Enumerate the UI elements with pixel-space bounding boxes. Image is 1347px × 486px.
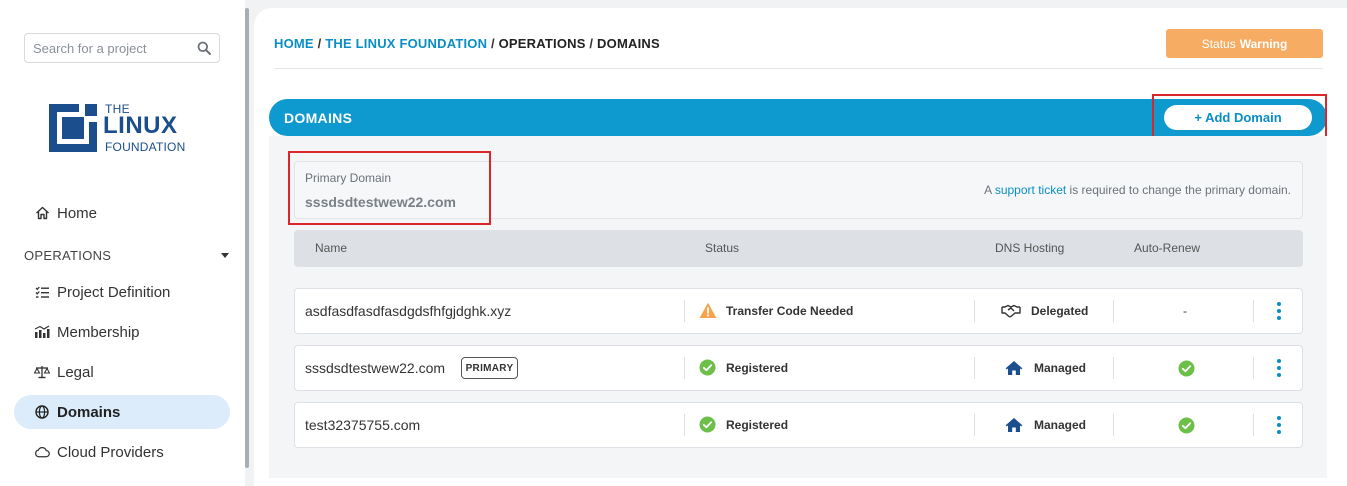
support-note-post: is required to change the primary domain…	[1066, 183, 1291, 197]
home-icon	[34, 205, 50, 221]
sidebar-item-label: Project Definition	[57, 283, 171, 301]
primary-badge: PRIMARY	[461, 357, 518, 379]
row-menu-icon[interactable]	[1272, 359, 1286, 377]
breadcrumb-home[interactable]: HOME	[274, 36, 314, 51]
globe-icon	[34, 404, 50, 420]
auto-renew-empty: -	[1183, 304, 1187, 318]
warning-icon	[699, 302, 717, 320]
cell-divider	[974, 414, 975, 436]
search-icon[interactable]	[197, 41, 211, 55]
dns-text: Delegated	[1031, 304, 1089, 318]
cell-divider	[974, 357, 975, 379]
cell-divider	[1113, 300, 1114, 322]
sidebar-item-legal[interactable]: Legal	[14, 355, 230, 389]
breadcrumb-separator: /	[317, 36, 322, 51]
status-label: Status	[1201, 36, 1236, 51]
chart-icon	[34, 324, 50, 340]
logo-text-foundation: FOUNDATION	[105, 140, 186, 154]
status-text: Transfer Code Needed	[726, 304, 854, 318]
row-menu-icon[interactable]	[1272, 302, 1286, 320]
project-search[interactable]	[24, 33, 220, 63]
sidebar-item-label: Home	[57, 204, 98, 222]
table-row[interactable]	[294, 402, 1303, 448]
domains-title: DOMAINS	[284, 110, 353, 126]
row-menu-icon[interactable]	[1272, 416, 1286, 434]
dns-hosting: Managed	[1004, 416, 1086, 434]
support-ticket-link[interactable]: support ticket	[995, 183, 1066, 197]
breadcrumb-separator: /	[589, 36, 594, 51]
section-operations[interactable]: OPERATIONS	[24, 248, 111, 263]
dns-hosting: Managed	[1004, 359, 1086, 377]
cell-divider	[1253, 357, 1254, 379]
sidebar-item-label: Cloud Providers	[57, 443, 164, 461]
breadcrumb: HOME / THE LINUX FOUNDATION / OPERATIONS…	[274, 36, 660, 51]
domain-status: Registered	[699, 416, 788, 434]
check-circle-icon	[699, 416, 717, 434]
status-text: Registered	[726, 418, 789, 432]
sidebar-item-label: Domains	[57, 403, 121, 421]
column-header-dns-hosting[interactable]: DNS Hosting	[995, 241, 1064, 255]
search-input[interactable]	[25, 34, 185, 62]
column-header-name[interactable]: Name	[315, 241, 347, 255]
house-icon	[1004, 416, 1024, 434]
status-text: Registered	[726, 361, 789, 375]
support-note-pre: A	[984, 183, 995, 197]
sidebar-item-label: Legal	[57, 363, 94, 381]
cloud-icon	[34, 444, 50, 460]
column-header-status[interactable]: Status	[705, 241, 739, 255]
breadcrumb-current: DOMAINS	[597, 36, 660, 51]
cell-divider	[1253, 414, 1254, 436]
sidebar-item-membership[interactable]: Membership	[14, 315, 230, 349]
sidebar-item-project-definition[interactable]: Project Definition	[14, 275, 230, 309]
auto-renew-check-icon	[1178, 417, 1195, 434]
sidebar-item-domains[interactable]: Domains	[14, 395, 230, 429]
breadcrumb-org[interactable]: THE LINUX FOUNDATION	[325, 36, 487, 51]
breadcrumb-section: OPERATIONS	[498, 36, 586, 51]
header-divider	[274, 68, 1323, 69]
check-circle-icon	[699, 359, 717, 377]
domain-name: asdfasdfasdfasdgdsfhfgjdghk.xyz	[305, 303, 512, 319]
cell-divider	[1113, 357, 1114, 379]
support-note: A support ticket is required to change t…	[984, 183, 1291, 197]
highlight-box-primary-domain	[288, 151, 491, 225]
cell-divider	[1253, 300, 1254, 322]
highlight-box-add-domain	[1152, 94, 1327, 139]
dns-text: Managed	[1034, 361, 1087, 375]
sidebar-item-cloud-providers[interactable]: Cloud Providers	[14, 435, 230, 469]
domain-name: sssdsdtestwew22.com	[305, 360, 446, 376]
dns-text: Managed	[1034, 418, 1087, 432]
chevron-down-icon[interactable]	[221, 253, 229, 258]
linux-foundation-logo[interactable]: THE LINUX FOUNDATION	[49, 102, 199, 154]
status-value: Warning	[1239, 36, 1288, 51]
sidebar-scrollbar[interactable]	[245, 8, 249, 468]
list-check-icon	[34, 284, 50, 300]
cell-divider	[684, 414, 685, 436]
domain-name: test32375755.com	[305, 417, 421, 433]
logo-mark	[49, 104, 97, 152]
status-warning-button[interactable]: Status Warning	[1166, 29, 1323, 58]
logo-text-linux: LINUX	[103, 112, 178, 139]
auto-renew-check-icon	[1178, 360, 1195, 377]
cell-divider	[1113, 414, 1114, 436]
dns-hosting: Delegated	[1001, 302, 1088, 320]
house-icon	[1004, 359, 1024, 377]
domain-status: Transfer Code Needed	[699, 302, 853, 320]
handshake-icon	[1001, 302, 1021, 320]
column-header-auto-renew[interactable]: Auto-Renew	[1134, 241, 1200, 255]
domain-status: Registered	[699, 359, 788, 377]
cell-divider	[684, 300, 685, 322]
breadcrumb-separator: /	[490, 36, 495, 51]
table-row[interactable]	[294, 345, 1303, 391]
sidebar-item-label: Membership	[57, 323, 140, 341]
cell-divider	[974, 300, 975, 322]
scale-icon	[34, 364, 50, 380]
sidebar-item-home[interactable]: Home	[14, 196, 230, 230]
cell-divider	[684, 357, 685, 379]
